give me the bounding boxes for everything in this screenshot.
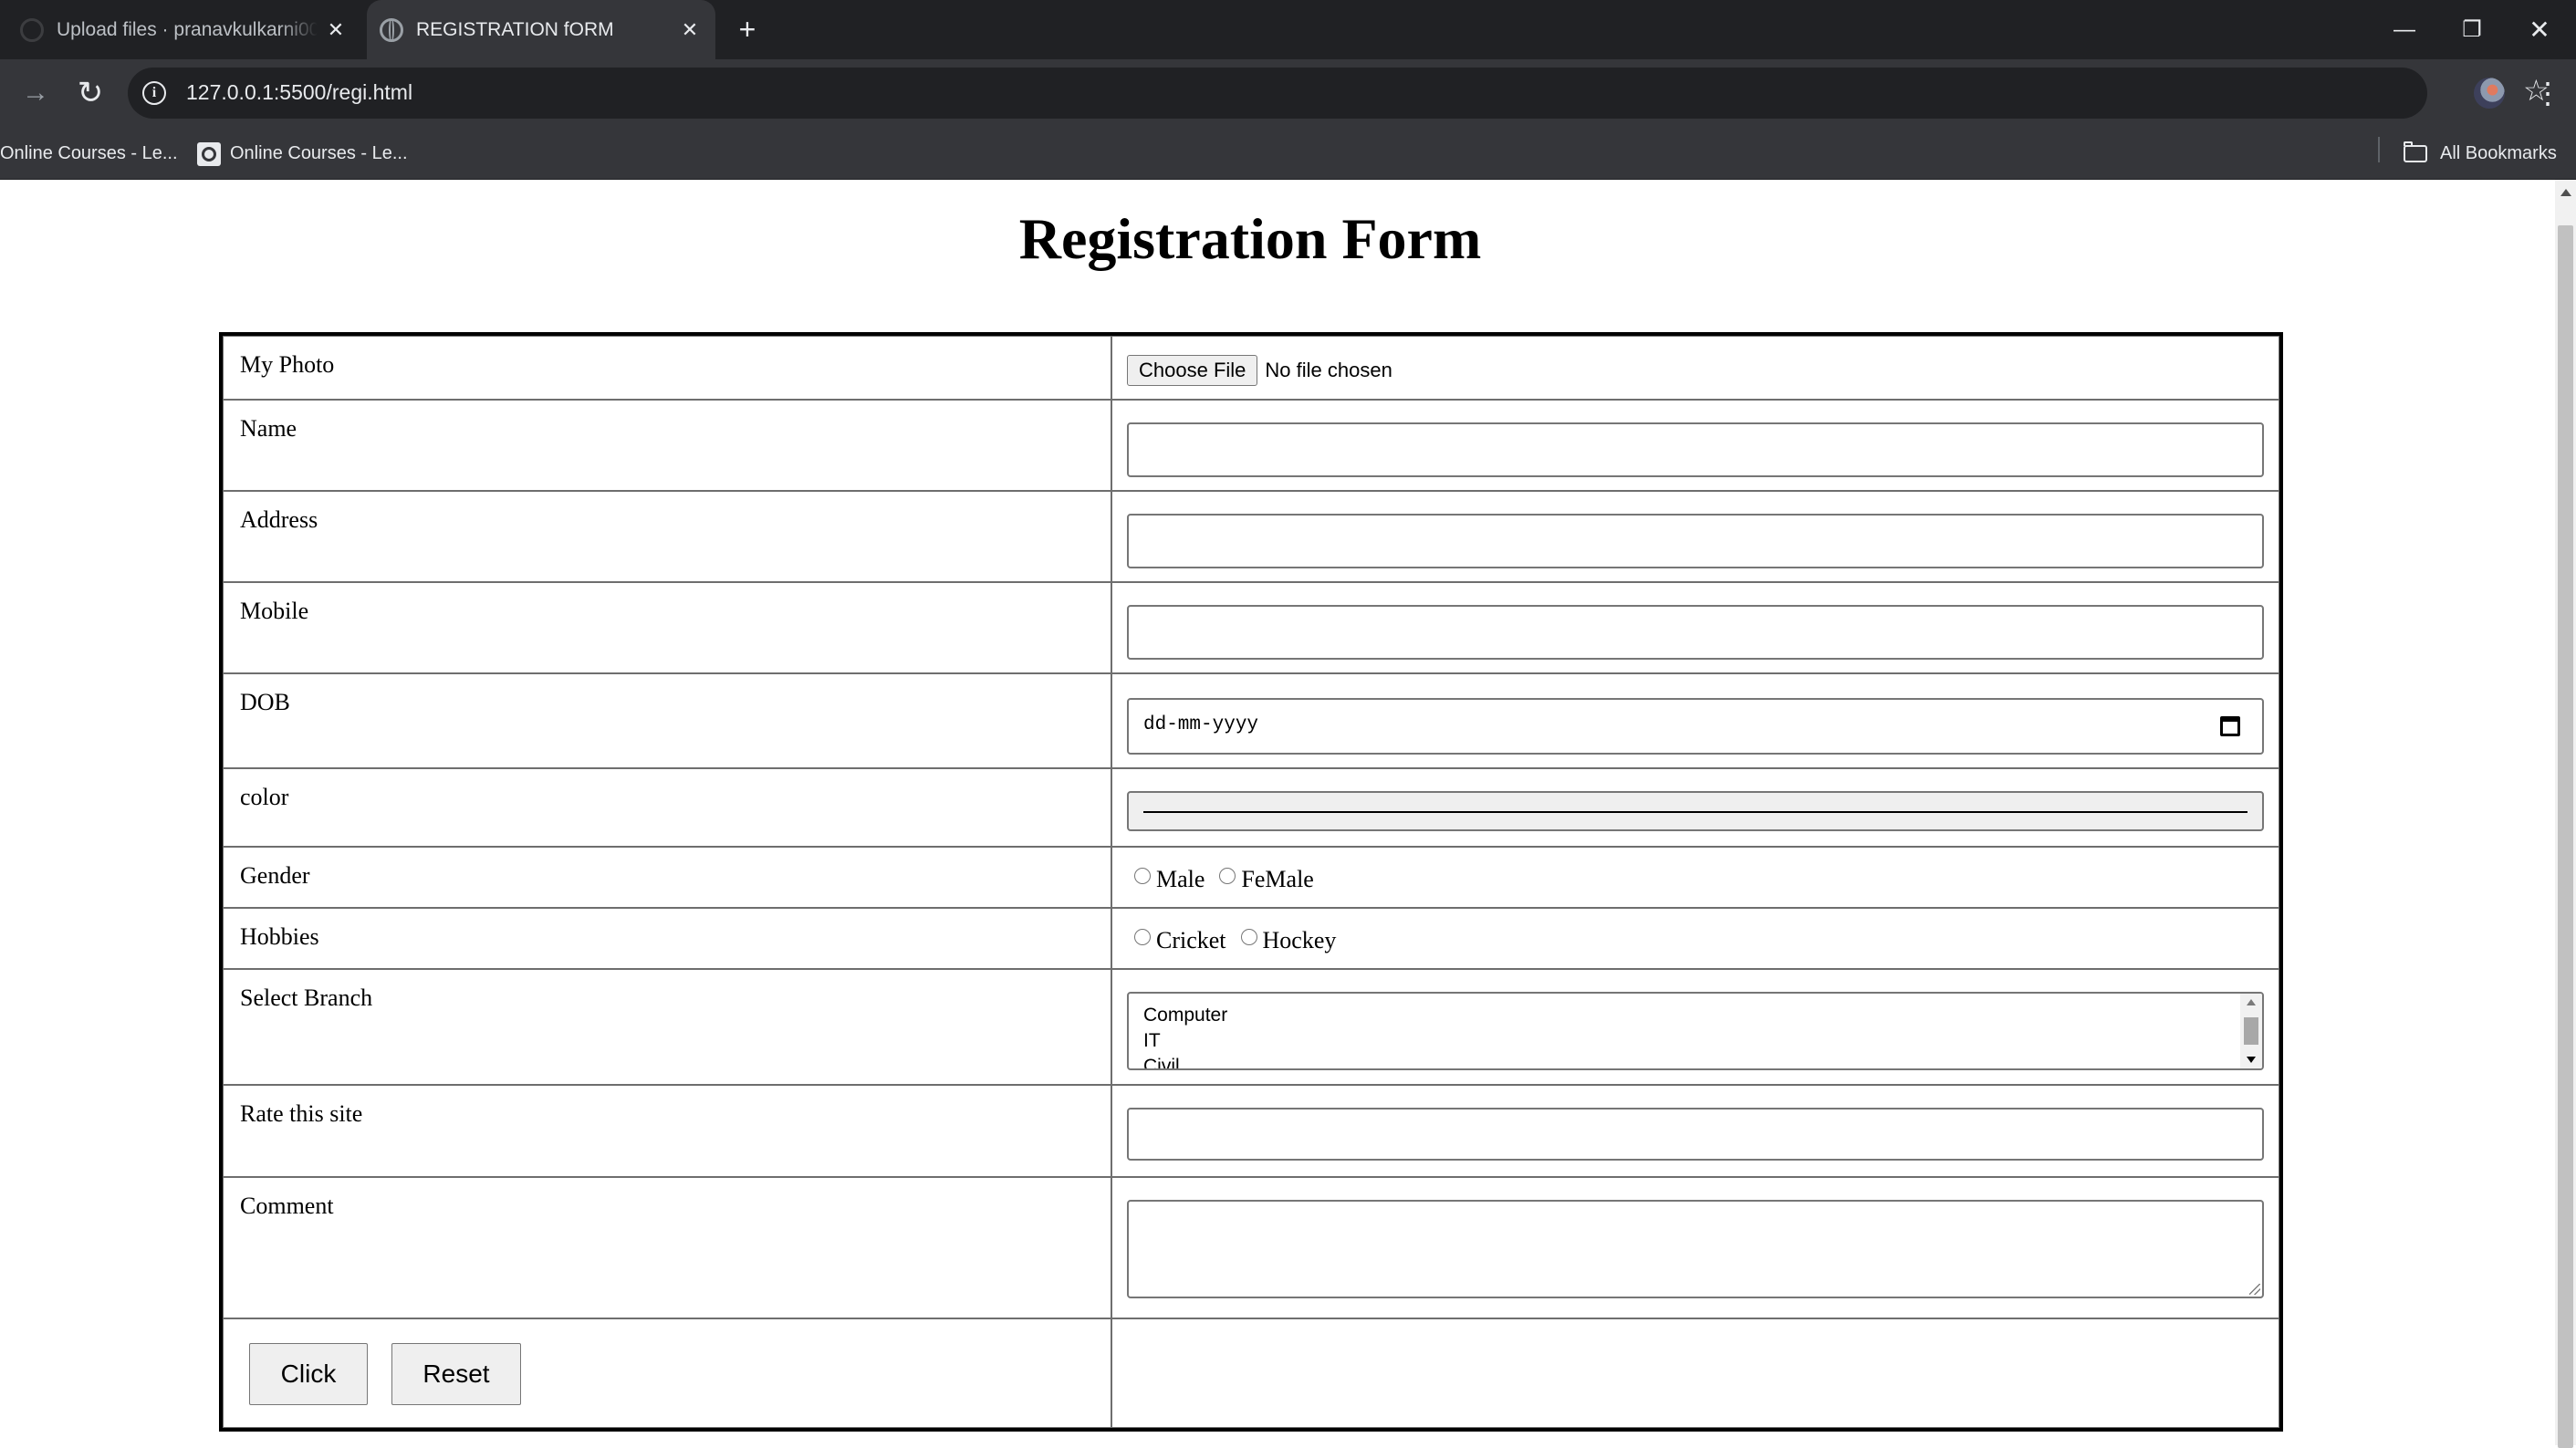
restore-button[interactable]: ❐ <box>2438 0 2506 59</box>
browser-toolbar: → ↻ i 127.0.0.1:5500/regi.html ☆ ⋮ <box>0 59 2576 128</box>
radio-label: FeMale <box>1241 866 1314 892</box>
form-row-branch: Select Branch Computer IT Civil <box>223 969 2279 1085</box>
hobby-cricket-radio[interactable] <box>1134 929 1151 945</box>
branch-option[interactable]: Civil <box>1143 1056 1180 1068</box>
form-row-photo: My Photo Choose File No file chosen <box>223 336 2279 400</box>
field-label: My Photo <box>223 336 1111 400</box>
bookmark-favicon-icon <box>197 141 221 166</box>
close-window-button[interactable]: ✕ <box>2506 0 2573 59</box>
file-status-text: No file chosen <box>1265 359 1392 381</box>
bookmark-item[interactable]: Online Courses - Le... <box>0 128 178 180</box>
branch-option[interactable]: IT <box>1143 1030 1161 1052</box>
comment-textarea[interactable] <box>1127 1200 2264 1298</box>
form-row-name: Name <box>223 400 2279 491</box>
form-row-dob: DOB dd-mm-yyyy <box>223 673 2279 768</box>
radio-label: Male <box>1156 866 1205 892</box>
reset-button[interactable]: Reset <box>391 1343 521 1405</box>
address-bar[interactable]: i 127.0.0.1:5500/regi.html ☆ <box>128 68 2550 119</box>
close-tab-icon[interactable]: ✕ <box>672 18 708 42</box>
date-placeholder: dd-mm-yyyy <box>1143 714 1259 735</box>
page-scrollbar[interactable] <box>2555 180 2576 1448</box>
field-label: Select Branch <box>223 969 1111 1085</box>
kebab-menu-icon[interactable]: ⋮ <box>2533 76 2562 112</box>
branch-select-list[interactable]: Computer IT Civil <box>1127 992 2264 1070</box>
field-label: Address <box>223 491 1111 582</box>
field-label: Name <box>223 400 1111 491</box>
form-row-color: color <box>223 768 2279 847</box>
click-button[interactable]: Click <box>249 1343 368 1405</box>
field-label: Rate this site <box>223 1085 1111 1177</box>
folder-icon <box>2404 141 2427 162</box>
form-row-rate: Rate this site <box>223 1085 2279 1177</box>
github-icon <box>20 17 44 42</box>
field-label: Hobbies <box>223 908 1111 969</box>
all-bookmarks-button[interactable]: All Bookmarks <box>2404 128 2557 180</box>
field-label: color <box>223 768 1111 847</box>
name-input[interactable] <box>1127 422 2264 477</box>
select-scrollbar[interactable] <box>2240 994 2262 1068</box>
branch-option[interactable]: Computer <box>1143 1005 1227 1026</box>
page-scroll-thumb[interactable] <box>2558 225 2573 1448</box>
field-label: Comment <box>223 1177 1111 1318</box>
bookmarks-bar: Online Courses - Le... Online Courses - … <box>0 128 2576 180</box>
tab-upload-files[interactable]: Upload files · pranavkulkarni007 ✕ <box>0 0 361 59</box>
scroll-down-arrow-icon[interactable] <box>2247 1057 2256 1063</box>
form-row-mobile: Mobile <box>223 582 2279 673</box>
registration-form-table: My Photo Choose File No file chosen Name… <box>219 332 2283 1432</box>
calendar-icon[interactable] <box>2220 716 2240 736</box>
url-text[interactable]: 127.0.0.1:5500/regi.html <box>186 80 412 105</box>
bookmark-label: Online Courses - Le... <box>230 143 408 163</box>
close-tab-icon[interactable]: ✕ <box>318 18 354 42</box>
radio-label: Cricket <box>1156 927 1226 953</box>
tab-title: REGISTRATION fORM <box>416 18 614 40</box>
choose-file-button[interactable]: Choose File <box>1127 355 1258 386</box>
gender-male-radio[interactable] <box>1134 868 1151 884</box>
page-viewport: Registration Form My Photo Choose File N… <box>0 180 2555 1445</box>
resize-grip-icon[interactable] <box>2249 1284 2260 1295</box>
form-row-hobbies: Hobbies Cricket Hockey <box>223 908 2279 969</box>
profile-avatar[interactable] <box>2474 78 2505 109</box>
scroll-up-arrow-icon[interactable] <box>2247 999 2256 1005</box>
bookmark-item[interactable]: Online Courses - Le... <box>197 128 408 180</box>
scroll-thumb[interactable] <box>2244 1017 2258 1045</box>
all-bookmarks-label: All Bookmarks <box>2440 143 2557 163</box>
page-title: Registration Form <box>1018 206 1482 271</box>
minimize-button[interactable]: — <box>2371 0 2438 59</box>
dob-date-input[interactable]: dd-mm-yyyy <box>1127 698 2264 755</box>
color-picker-input[interactable] <box>1127 791 2264 831</box>
form-row-gender: Gender Male FeMale <box>223 847 2279 908</box>
scroll-up-arrow-icon[interactable] <box>2560 189 2571 196</box>
form-row-buttons: Click Reset <box>223 1318 2279 1428</box>
address-input[interactable] <box>1127 514 2264 568</box>
tab-title: Upload files · pranavkulkarni007 <box>57 18 318 40</box>
form-row-comment: Comment <box>223 1177 2279 1318</box>
hobby-hockey-radio[interactable] <box>1240 929 1257 945</box>
globe-icon <box>380 17 403 42</box>
gender-female-radio[interactable] <box>1219 868 1236 884</box>
bookmarks-divider <box>2378 137 2380 162</box>
tab-registration-form[interactable]: REGISTRATION fORM ✕ <box>367 0 715 59</box>
tab-strip: Upload files · pranavkulkarni007 ✕ REGIS… <box>0 0 2576 59</box>
field-label: Gender <box>223 847 1111 908</box>
form-row-address: Address <box>223 491 2279 582</box>
site-info-icon[interactable]: i <box>142 81 166 105</box>
field-label: Mobile <box>223 582 1111 673</box>
forward-arrow-icon[interactable]: → <box>13 70 58 116</box>
reload-icon[interactable]: ↻ <box>68 70 113 116</box>
new-tab-button[interactable]: + <box>727 9 767 49</box>
rate-input[interactable] <box>1127 1108 2264 1161</box>
field-label: DOB <box>223 673 1111 768</box>
color-swatch <box>1143 811 2247 813</box>
mobile-input[interactable] <box>1127 605 2264 660</box>
radio-label: Hockey <box>1262 927 1337 953</box>
